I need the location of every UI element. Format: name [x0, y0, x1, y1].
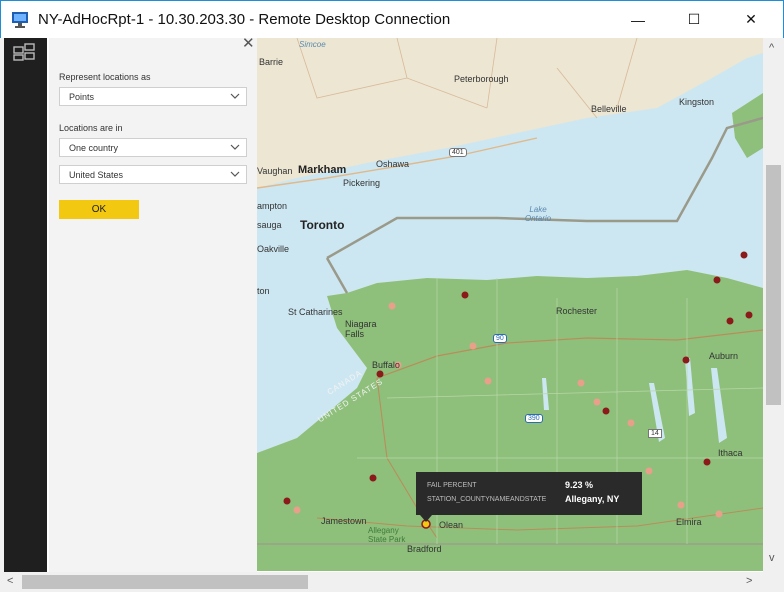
locations-label: Locations are in	[59, 123, 123, 133]
highway-401-shield: 401	[449, 148, 467, 157]
highway-390-shield: 390	[525, 414, 543, 423]
place-ithaca: Ithaca	[718, 448, 743, 458]
data-point[interactable]	[645, 467, 653, 475]
scroll-up-arrow[interactable]: ^	[769, 42, 774, 54]
scroll-right-arrow[interactable]: >	[746, 575, 752, 587]
rail-edge	[0, 38, 4, 572]
data-point[interactable]	[740, 251, 748, 259]
represent-label: Represent locations as	[59, 72, 151, 82]
tooltip-arrow	[420, 515, 432, 522]
tooltip-station-value: Allegany, NY	[565, 494, 620, 504]
data-point[interactable]	[388, 302, 396, 310]
scroll-down-arrow[interactable]: v	[769, 552, 775, 564]
panel-close-icon[interactable]: ✕	[242, 34, 255, 52]
place-bradford: Bradford	[407, 544, 442, 554]
chevron-down-icon	[230, 171, 240, 177]
data-point[interactable]	[577, 379, 585, 387]
data-point[interactable]	[461, 291, 469, 299]
place-mississauga: sauga	[257, 220, 282, 230]
country-dropdown[interactable]: United States	[59, 165, 247, 184]
place-buffalo: Buffalo	[372, 360, 400, 370]
window-title: NY-AdHocRpt-1 - 10.30.203.30 - Remote De…	[38, 11, 451, 28]
tooltip-fail-value: 9.23 %	[565, 480, 594, 490]
maximize-button[interactable]: ☐	[671, 1, 717, 38]
data-point[interactable]	[627, 419, 635, 427]
data-point[interactable]	[726, 317, 734, 325]
minimize-button[interactable]: —	[615, 1, 661, 38]
place-belleville: Belleville	[591, 104, 627, 114]
location-settings-panel: ✕ Represent locations as Points Location…	[49, 35, 257, 572]
place-elmira: Elmira	[676, 517, 702, 527]
place-allegany-park: Allegany State Park	[368, 526, 406, 544]
place-jamestown: Jamestown	[321, 516, 367, 526]
left-rail	[0, 38, 47, 572]
place-peterborough: Peterborough	[454, 74, 509, 84]
place-pickering: Pickering	[343, 178, 381, 188]
place-markham: Markham	[298, 164, 347, 176]
data-point[interactable]	[484, 377, 492, 385]
place-brampton: ampton	[257, 201, 288, 211]
data-point[interactable]	[469, 342, 477, 350]
place-barrie: Barrie	[259, 57, 284, 67]
scroll-left-arrow[interactable]: <	[7, 575, 13, 587]
data-point[interactable]	[677, 501, 685, 509]
title-bar: NY-AdHocRpt-1 - 10.30.203.30 - Remote De…	[0, 0, 784, 38]
data-point[interactable]	[602, 407, 610, 415]
place-toronto: Toronto	[300, 218, 345, 232]
chevron-down-icon	[230, 144, 240, 150]
remote-desktop-icon	[12, 12, 28, 28]
highway-90-shield: 90	[493, 334, 507, 343]
place-rochester: Rochester	[556, 306, 598, 316]
tooltip-fail-key: FAIL PERCENT	[427, 482, 477, 489]
place-st-catharines: St Catharines	[288, 307, 343, 317]
place-niagara-falls: Niagara Falls	[345, 319, 377, 339]
place-vaughan: Vaughan	[257, 166, 293, 176]
represent-value: Points	[69, 92, 95, 102]
place-oshawa: Oshawa	[376, 159, 410, 169]
map-view[interactable]: Barrie Simcoe Peterborough Belleville Ki…	[257, 38, 763, 571]
data-point[interactable]	[369, 474, 377, 482]
close-button[interactable]: ✕	[728, 1, 774, 38]
data-point[interactable]	[283, 497, 291, 505]
data-point[interactable]	[715, 510, 723, 518]
vertical-scroll-thumb[interactable]	[766, 165, 781, 405]
ok-button[interactable]: OK	[59, 200, 139, 219]
chevron-down-icon	[230, 93, 240, 99]
scope-value: One country	[69, 143, 119, 153]
vertical-scrollbar[interactable]: ^ v	[763, 38, 784, 572]
place-simcoe: Simcoe	[299, 40, 326, 49]
data-point[interactable]	[703, 458, 711, 466]
place-oakville: Oakville	[257, 244, 290, 254]
place-lake-ontario: Lake Ontario	[524, 205, 552, 223]
horizontal-scrollbar[interactable]: < >	[0, 572, 784, 592]
highway-14-shield: 14	[648, 429, 662, 438]
represent-dropdown[interactable]: Points	[59, 87, 247, 106]
tooltip-station-key: STATION_COUNTYNAMEANDSTATE	[427, 496, 547, 503]
place-olean: Olean	[439, 520, 464, 530]
data-point[interactable]	[745, 311, 753, 319]
map-tooltip: FAIL PERCENT 9.23 % STATION_COUNTYNAMEAN…	[416, 472, 642, 522]
place-kingston: Kingston	[679, 97, 715, 107]
data-point[interactable]	[593, 398, 601, 406]
country-value: United States	[69, 170, 124, 180]
horizontal-scroll-thumb[interactable]	[22, 575, 308, 589]
data-point[interactable]	[713, 276, 721, 284]
data-point[interactable]	[682, 356, 690, 364]
place-burlington: ton	[257, 286, 270, 296]
pages-icon[interactable]	[13, 43, 35, 61]
data-point[interactable]	[293, 506, 301, 514]
scope-dropdown[interactable]: One country	[59, 138, 247, 157]
place-auburn: Auburn	[709, 351, 739, 361]
